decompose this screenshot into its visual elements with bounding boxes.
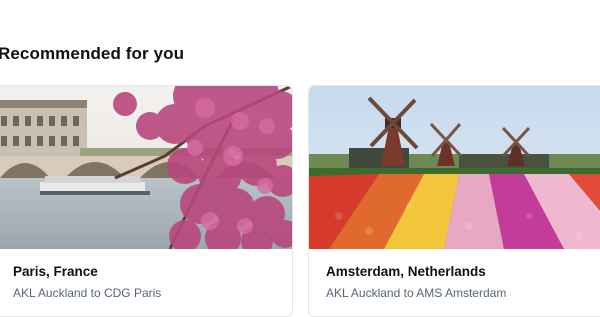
- card-title: Paris, France: [13, 264, 98, 279]
- destination-card-amsterdam[interactable]: Amsterdam, Netherlands AKL Auckland to A…: [308, 85, 600, 317]
- destination-image-paris: [0, 86, 292, 249]
- card-route: AKL Auckland to AMS Amsterdam: [326, 286, 507, 300]
- card-title: Amsterdam, Netherlands: [326, 264, 486, 279]
- destination-card-paris[interactable]: Paris, France AKL Auckland to CDG Paris: [0, 85, 293, 317]
- section-title: Recommended for you: [0, 44, 185, 63]
- destination-image-amsterdam: [309, 86, 600, 249]
- card-route: AKL Auckland to CDG Paris: [13, 286, 162, 300]
